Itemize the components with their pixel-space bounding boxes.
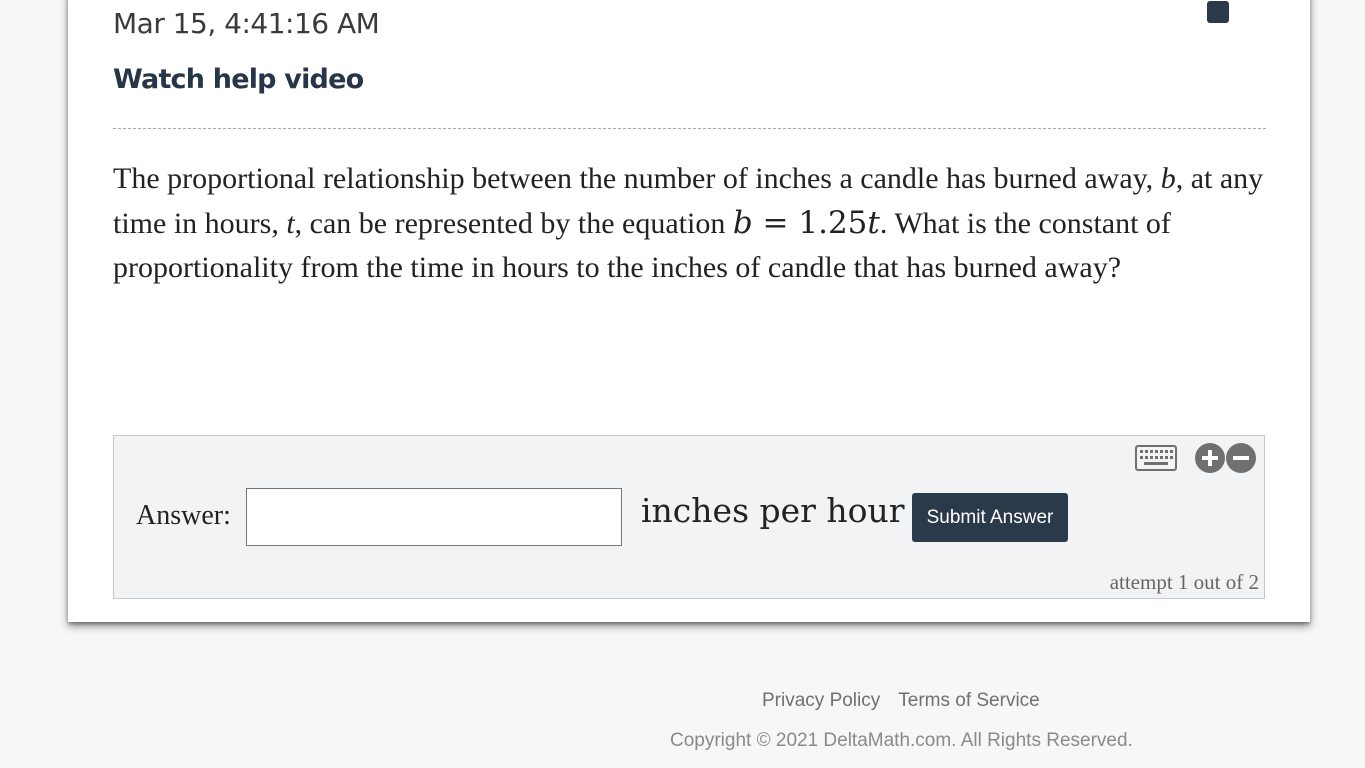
problem-card: Mar 15, 4:41:16 AM Watch help video The … [68, 0, 1310, 622]
stop-square-icon[interactable] [1207, 1, 1229, 23]
watch-help-video-link[interactable]: Watch help video [113, 64, 364, 95]
zoom-in-icon[interactable] [1195, 443, 1225, 473]
terms-of-service-link[interactable]: Terms of Service [898, 690, 1039, 711]
equation: b = 1.25t [733, 205, 880, 241]
answer-label: Answer: [136, 500, 231, 531]
zoom-out-icon[interactable] [1226, 443, 1256, 473]
copyright-text: Copyright © 2021 DeltaMath.com. All Righ… [670, 730, 1133, 751]
divider [113, 128, 1266, 129]
equation-variable: t [867, 205, 880, 241]
problem-text: The proportional relationship between th… [113, 157, 1273, 290]
variable-t: t [286, 207, 295, 240]
timestamp: Mar 15, 4:41:16 AM [113, 7, 380, 40]
answer-input[interactable] [246, 488, 622, 546]
privacy-policy-link[interactable]: Privacy Policy [762, 690, 880, 711]
keyboard-icon[interactable] [1135, 445, 1177, 471]
equation-coefficient: 1.25 [798, 205, 868, 241]
answer-panel: Answer: inches per hour Submit Answer at… [113, 435, 1265, 599]
unit-label: inches per hour [641, 491, 905, 530]
variable-b: b [1160, 162, 1176, 195]
attempt-counter: attempt 1 out of 2 [1109, 570, 1259, 594]
problem-text-part: , can be represented by the equation [294, 207, 733, 240]
submit-answer-button[interactable]: Submit Answer [912, 493, 1068, 542]
problem-text-part: The proportional relationship between th… [113, 162, 1161, 195]
equation-operator: = [752, 205, 799, 241]
footer-links: Privacy Policy Terms of Service [762, 690, 1040, 712]
equation-lhs: b [732, 205, 753, 241]
